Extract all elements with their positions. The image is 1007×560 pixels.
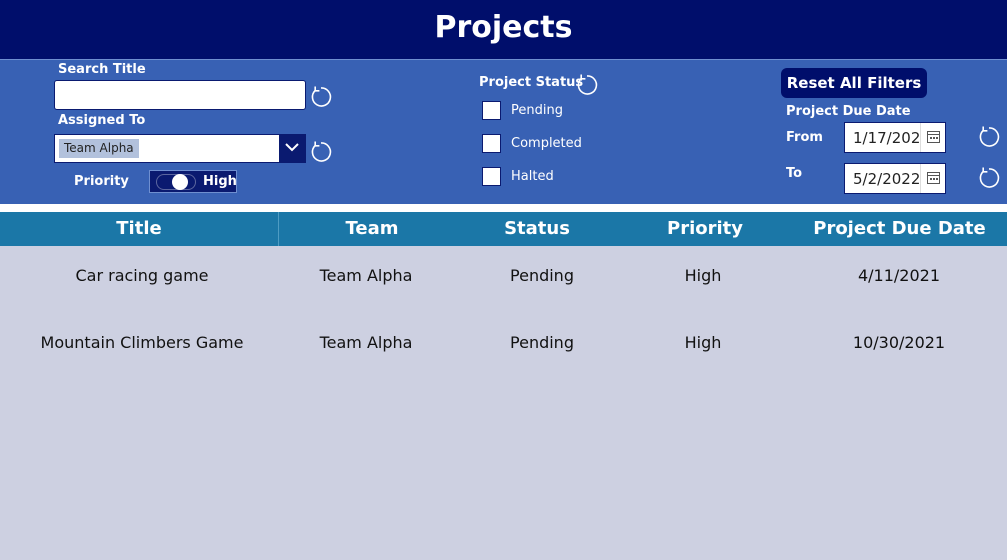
column-header-due-date[interactable]: Project Due Date bbox=[792, 212, 1007, 246]
column-header-title[interactable]: Title bbox=[0, 212, 278, 246]
separator bbox=[0, 204, 1007, 212]
page-title: Projects bbox=[434, 10, 573, 45]
from-date-picker[interactable]: 1/17/2022 bbox=[844, 122, 946, 153]
table-header: Title Team Status Priority Project Due D… bbox=[0, 212, 1007, 246]
project-due-date-label: Project Due Date bbox=[786, 104, 911, 119]
calendar-icon[interactable] bbox=[920, 123, 945, 152]
assigned-to-selected-chip[interactable]: Team Alpha bbox=[59, 139, 139, 158]
column-header-status[interactable]: Status bbox=[466, 212, 608, 246]
status-completed-label[interactable]: Completed bbox=[511, 136, 582, 151]
status-pending-label[interactable]: Pending bbox=[511, 103, 563, 118]
cell-due-date: 10/30/2021 bbox=[852, 333, 946, 352]
table-row[interactable]: Car racing game Team Alpha Pending High … bbox=[0, 256, 1007, 296]
title-bar: Projects bbox=[0, 0, 1007, 59]
assigned-to-label: Assigned To bbox=[58, 113, 146, 128]
priority-toggle-label: High bbox=[203, 174, 237, 189]
reset-from-date-icon[interactable] bbox=[977, 125, 1001, 149]
priority-toggle-knob bbox=[172, 174, 188, 190]
cell-team: Team Alpha bbox=[319, 333, 413, 352]
priority-toggle[interactable]: High bbox=[149, 170, 237, 193]
cell-status: Pending bbox=[510, 266, 574, 285]
status-pending-checkbox[interactable] bbox=[482, 101, 501, 120]
status-completed-checkbox[interactable] bbox=[482, 134, 501, 153]
table-row[interactable]: Mountain Climbers Game Team Alpha Pendin… bbox=[0, 323, 1007, 363]
reset-search-title-icon[interactable] bbox=[309, 85, 333, 109]
cell-due-date: 4/11/2021 bbox=[857, 266, 941, 285]
cell-status: Pending bbox=[510, 333, 574, 352]
reset-assigned-to-icon[interactable] bbox=[309, 140, 333, 164]
reset-all-filters-button[interactable]: Reset All Filters bbox=[781, 68, 927, 98]
search-title-label: Search Title bbox=[58, 62, 146, 77]
priority-label: Priority bbox=[74, 174, 129, 189]
from-date-label: From bbox=[786, 130, 823, 145]
search-title-input[interactable] bbox=[54, 80, 306, 110]
to-date-picker[interactable]: 5/2/2022 bbox=[844, 163, 946, 194]
cell-title: Car racing game bbox=[75, 266, 209, 285]
column-header-priority[interactable]: Priority bbox=[618, 212, 792, 246]
cell-priority: High bbox=[684, 266, 722, 285]
column-header-team[interactable]: Team bbox=[278, 212, 466, 246]
to-date-label: To bbox=[786, 166, 803, 181]
to-date-value: 5/2/2022 bbox=[853, 170, 921, 188]
cell-priority: High bbox=[684, 333, 722, 352]
reset-project-status-icon[interactable] bbox=[575, 73, 599, 97]
assigned-to-combobox[interactable]: Team Alpha bbox=[54, 134, 306, 163]
calendar-icon[interactable] bbox=[920, 164, 945, 193]
cell-team: Team Alpha bbox=[319, 266, 413, 285]
status-halted-label[interactable]: Halted bbox=[511, 169, 554, 184]
status-halted-checkbox[interactable] bbox=[482, 167, 501, 186]
cell-title: Mountain Climbers Game bbox=[40, 333, 244, 352]
chevron-down-icon[interactable] bbox=[279, 135, 305, 162]
project-status-label: Project Status bbox=[479, 75, 584, 90]
reset-to-date-icon[interactable] bbox=[977, 166, 1001, 190]
from-date-value: 1/17/2022 bbox=[853, 129, 930, 147]
